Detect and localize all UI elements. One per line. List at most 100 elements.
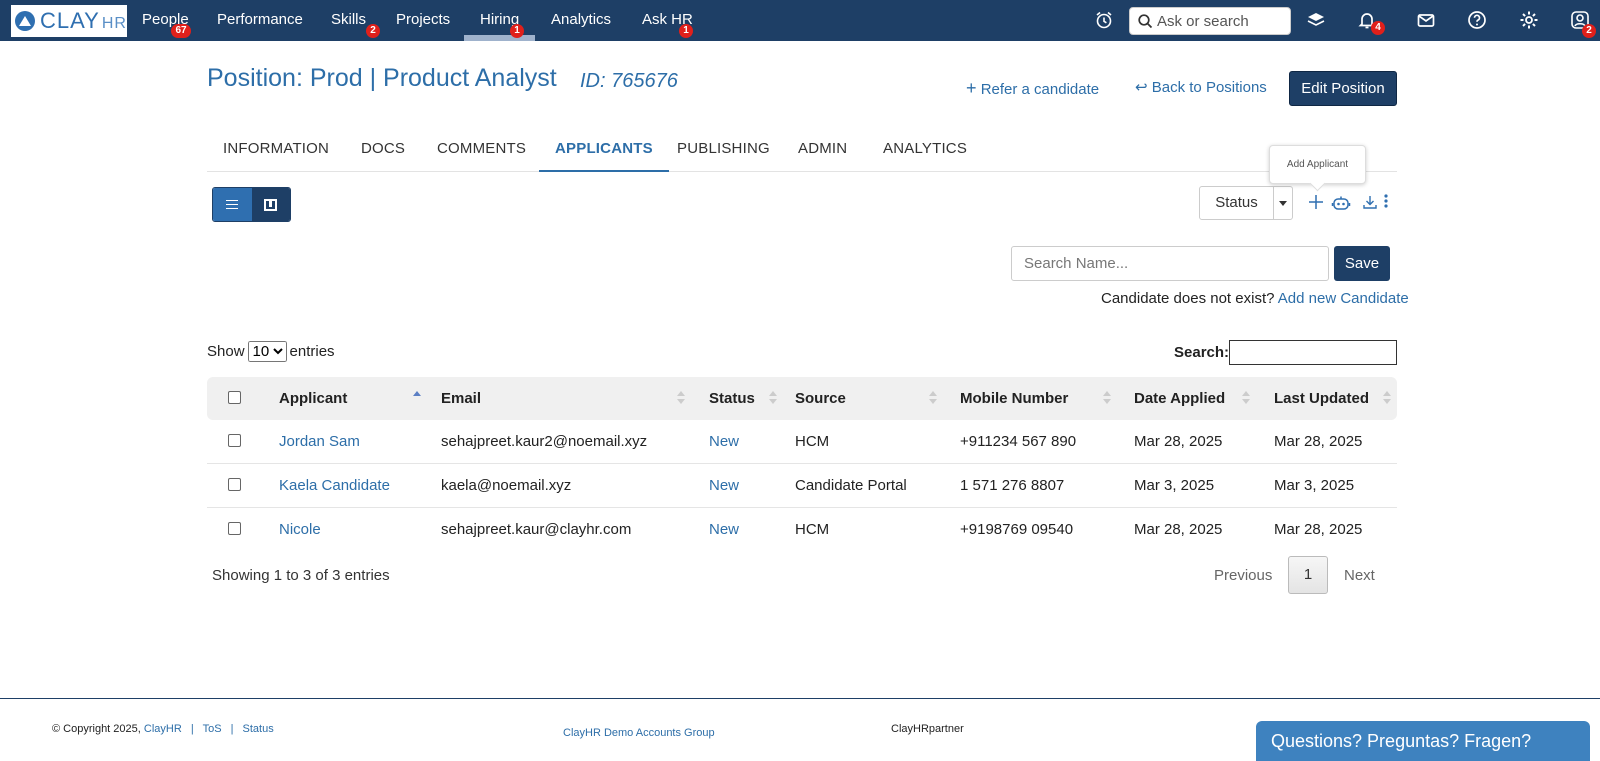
column-source[interactable]: Source <box>795 390 846 407</box>
edit-position-button[interactable]: Edit Position <box>1289 71 1397 106</box>
global-search[interactable] <box>1129 7 1291 35</box>
sort-icon <box>677 391 685 405</box>
alarm-clock-icon[interactable] <box>1093 10 1115 32</box>
table-row: Jordan Sam sehajpreet.kaur2@noemail.xyz … <box>207 420 1397 464</box>
applicant-email: sehajpreet.kaur2@noemail.xyz <box>441 433 648 450</box>
candidate-note: Candidate does not exist? Add new Candid… <box>1101 290 1409 307</box>
global-search-input[interactable] <box>1157 12 1277 30</box>
applicant-date-applied: Mar 28, 2025 <box>1134 433 1223 450</box>
return-arrow-icon: ↩ <box>1135 79 1148 96</box>
column-status[interactable]: Status <box>709 390 755 407</box>
pagination-page-1[interactable]: 1 <box>1288 556 1328 594</box>
table-search-input[interactable] <box>1229 340 1397 365</box>
download-icon[interactable] <box>1360 193 1380 213</box>
nav-projects[interactable]: Projects <box>396 11 450 28</box>
column-last-updated[interactable]: Last Updated <box>1274 390 1369 407</box>
column-mobile-number[interactable]: Mobile Number <box>960 390 1068 407</box>
notifications-badge: 4 <box>1371 21 1385 35</box>
applicant-mobile: +9198769 09540 <box>960 521 1074 538</box>
pagination-next[interactable]: Next <box>1344 567 1375 584</box>
status-dropdown[interactable]: Status <box>1199 186 1293 220</box>
robot-icon[interactable] <box>1331 193 1351 213</box>
footer-links: © Copyright 2025, ClayHR | ToS | Status <box>52 723 274 735</box>
applicant-source: HCM <box>795 433 830 450</box>
applicant-status-link[interactable]: New <box>709 521 739 538</box>
clayhr-logo[interactable]: CLAY HR <box>11 5 127 37</box>
add-new-candidate-link[interactable]: Add new Candidate <box>1278 290 1409 307</box>
tab-comments[interactable]: COMMENTS <box>437 140 526 157</box>
applicant-last-updated: Mar 28, 2025 <box>1274 433 1363 450</box>
tab-docs[interactable]: DOCS <box>361 140 405 157</box>
tab-information[interactable]: INFORMATION <box>223 140 329 157</box>
tab-admin[interactable]: ADMIN <box>798 140 847 157</box>
nav-analytics[interactable]: Analytics <box>551 11 611 28</box>
applicant-last-updated: Mar 28, 2025 <box>1274 521 1363 538</box>
help-icon[interactable] <box>1466 10 1488 32</box>
nav-performance[interactable]: Performance <box>217 11 303 28</box>
select-all-checkbox[interactable] <box>228 391 241 404</box>
list-icon <box>226 200 239 209</box>
view-toggle <box>212 187 291 222</box>
applicant-source: Candidate Portal <box>795 477 907 494</box>
column-applicant[interactable]: Applicant <box>279 390 347 407</box>
applicant-mobile: 1 571 276 8807 <box>960 477 1065 494</box>
applicant-name-link[interactable]: Kaela Candidate <box>279 477 390 494</box>
column-date-applied[interactable]: Date Applied <box>1134 390 1225 407</box>
tab-applicants[interactable]: APPLICANTS <box>539 140 669 172</box>
ask-hr-badge: 1 <box>679 24 693 38</box>
gear-icon[interactable] <box>1518 10 1540 32</box>
tab-publishing[interactable]: PUBLISHING <box>677 140 770 157</box>
table-header: Applicant Email Status Source Mobile Num… <box>207 377 1397 420</box>
status-dropdown-label: Status <box>1200 187 1274 219</box>
row-checkbox[interactable] <box>228 434 241 447</box>
sort-icon <box>769 391 777 405</box>
sort-icon <box>929 391 937 405</box>
layers-icon[interactable] <box>1305 10 1327 32</box>
applicant-email: kaela@noemail.xyz <box>441 477 572 494</box>
board-icon <box>264 198 278 211</box>
board-view-button[interactable] <box>251 188 290 221</box>
chat-widget-button[interactable]: Questions? Preguntas? Fragen? <box>1256 721 1590 761</box>
applicant-name-link[interactable]: Jordan Sam <box>279 433 360 450</box>
table-info: Showing 1 to 3 of 3 entries <box>212 567 390 584</box>
applicant-date-applied: Mar 28, 2025 <box>1134 521 1223 538</box>
add-applicant-tooltip: Add Applicant <box>1269 145 1366 184</box>
row-checkbox[interactable] <box>228 478 241 491</box>
logo-text: CLAY HR <box>40 8 127 33</box>
footer-group-link[interactable]: ClayHR Demo Accounts Group <box>563 727 715 739</box>
footer-divider <box>0 698 1600 699</box>
applicant-email: sehajpreet.kaur@clayhr.com <box>441 521 632 538</box>
refer-candidate-link[interactable]: + Refer a candidate <box>966 78 1099 99</box>
applicant-status-link[interactable]: New <box>709 433 739 450</box>
applicant-date-applied: Mar 3, 2025 <box>1134 477 1215 494</box>
sort-icon <box>1242 391 1250 405</box>
nav-skills[interactable]: Skills <box>331 11 366 28</box>
applicant-name-link[interactable]: Nicole <box>279 521 321 538</box>
applicant-status-link[interactable]: New <box>709 477 739 494</box>
mail-icon[interactable] <box>1415 10 1437 32</box>
more-options-icon[interactable] <box>1382 193 1390 213</box>
position-tabs: INFORMATION DOCS COMMENTS APPLICANTS PUB… <box>207 130 1397 172</box>
footer-partner: ClayHRpartner <box>891 723 964 735</box>
column-email[interactable]: Email <box>441 390 481 407</box>
pagination-previous[interactable]: Previous <box>1214 567 1272 584</box>
sort-icon <box>1103 391 1111 405</box>
chevron-down-icon[interactable] <box>1274 187 1292 219</box>
row-checkbox[interactable] <box>228 522 241 535</box>
clayhr-logo-icon <box>15 11 35 31</box>
search-icon <box>1138 13 1153 28</box>
table-row: Nicole sehajpreet.kaur@clayhr.com New HC… <box>207 508 1397 552</box>
add-applicant-plus-icon[interactable] <box>1306 193 1326 213</box>
back-to-positions-link[interactable]: ↩ Back to Positions <box>1135 78 1267 96</box>
save-button[interactable]: Save <box>1334 246 1390 281</box>
footer-clayhr-link[interactable]: ClayHR <box>144 723 182 735</box>
list-view-button[interactable] <box>213 188 252 221</box>
footer-status-link[interactable]: Status <box>243 723 274 735</box>
search-name-input[interactable] <box>1011 246 1329 281</box>
hiring-badge: 1 <box>510 24 524 38</box>
tab-analytics[interactable]: ANALYTICS <box>883 140 967 157</box>
footer-tos-link[interactable]: ToS <box>203 723 222 735</box>
applicant-source: HCM <box>795 521 830 538</box>
show-entries-control: Show 10 entries <box>207 341 335 362</box>
entries-per-page-select[interactable]: 10 <box>247 341 287 362</box>
